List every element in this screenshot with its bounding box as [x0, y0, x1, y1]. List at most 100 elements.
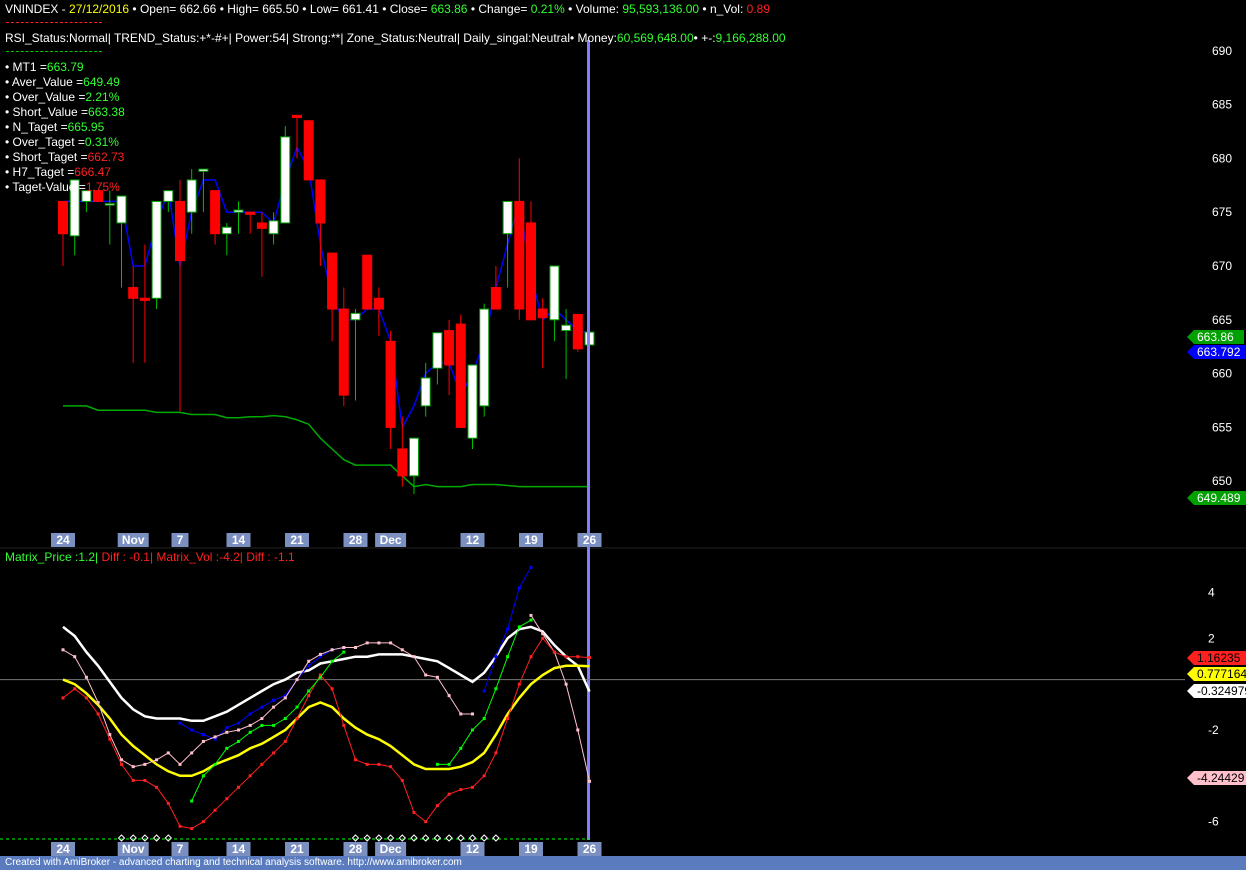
upper-y-tick-label: 685: [1212, 98, 1232, 112]
oscillator-point: [435, 675, 439, 679]
stat-row: • Short_Value =663.38: [5, 105, 125, 120]
oscillator-point: [283, 717, 287, 721]
oscillator-value-badge-text: 0.777164: [1197, 667, 1246, 681]
signal-marker: [492, 834, 500, 842]
chart-canvas: 650655660665670675680685690663.86663.792…: [0, 40, 1246, 856]
oscillator-point: [517, 682, 521, 686]
lower-y-tick-label: 4: [1208, 586, 1215, 600]
oscillator-point: [260, 762, 264, 766]
stat-value: 0.31%: [84, 135, 119, 149]
oscillator-point: [73, 655, 77, 659]
oscillator-value-badge: -0.324979: [1187, 684, 1246, 698]
oscillator-point: [295, 705, 299, 709]
oscillator-point: [471, 728, 474, 732]
stat-row: • Aver_Value =649.49: [5, 75, 125, 90]
oscillator-point: [517, 586, 521, 590]
oscillator-point: [248, 723, 252, 727]
stat-label: • N_Taget =: [5, 120, 68, 134]
oscillator-point: [354, 646, 357, 649]
line2-label-6: • Money:: [570, 31, 617, 45]
oscillator-point: [517, 625, 521, 629]
stat-row: • N_Taget =665.95: [5, 120, 125, 135]
oscillator-point: [342, 723, 346, 727]
oscillator-point: [307, 694, 311, 698]
oscillator-point: [459, 746, 463, 750]
oscillator-point: [412, 811, 416, 814]
lower-header-part-1: Diff : -0.1|: [98, 550, 154, 564]
signal-marker: [152, 834, 161, 842]
oscillator-point: [552, 650, 556, 654]
oscillator-point: [272, 698, 276, 702]
lower-y-tick-label: -2: [1208, 723, 1219, 737]
candle-up: [350, 312, 361, 321]
upper-y-tick-label: 660: [1212, 367, 1232, 381]
signal-marker: [398, 834, 407, 842]
candle-up: [233, 209, 244, 213]
candle-up: [561, 324, 572, 332]
line1-value-3: 665.50: [262, 2, 299, 16]
oscillator-point: [482, 717, 486, 721]
oscillator-point: [424, 820, 428, 824]
oscillator-point: [120, 758, 123, 762]
lower-date-tick-label: Nov: [122, 842, 145, 856]
oscillator-point: [307, 659, 311, 663]
candle-up: [502, 200, 513, 235]
signal-marker: [363, 834, 371, 842]
oscillator-line-3: [62, 615, 590, 782]
oscillator-point: [213, 735, 217, 739]
oscillator-value-badge-text: 1.16235: [1197, 651, 1241, 665]
oscillator-point: [576, 728, 580, 732]
candle-down: [338, 308, 349, 396]
oscillator-point: [84, 696, 88, 700]
average-value-badge-text: 649.489: [1197, 491, 1241, 505]
line2-label-3: | Strong:: [285, 31, 331, 45]
line2-value-3: **: [330, 31, 341, 45]
upper-y-tick-label: 665: [1212, 313, 1232, 327]
signal-marker: [468, 834, 477, 842]
candle-down: [362, 254, 373, 310]
oscillator-point: [576, 655, 580, 659]
candle-up: [409, 437, 419, 477]
oscillator-point: [201, 733, 205, 737]
stat-row: • Over_Value =2.21%: [5, 90, 125, 105]
signal-marker: [421, 834, 430, 842]
oscillator-point: [295, 717, 299, 721]
oscillator-point: [155, 758, 159, 762]
oscillator-point: [318, 652, 322, 656]
ma-value-badge: 663.792: [1187, 345, 1246, 359]
oscillator-point: [330, 687, 334, 691]
stat-row: • Short_Taget =662.73: [5, 150, 125, 165]
line1-label-7: • Volume:: [564, 2, 623, 16]
stat-value: 663.79: [46, 60, 84, 74]
oscillator-point: [248, 774, 252, 778]
oscillator-point: [283, 739, 287, 743]
lower-panel-header: Matrix_Price :1.2| Diff : -0.1| Matrix_V…: [5, 550, 295, 565]
line2-value-2: 54: [272, 31, 286, 45]
oscillator-point: [178, 824, 182, 828]
line1-label-6: • Change=: [467, 2, 531, 16]
oscillator-point: [424, 673, 428, 677]
oscillator-line-0: [62, 625, 591, 723]
oscillator-point: [494, 687, 498, 691]
oscillator-point: [237, 728, 240, 732]
candle-down: [455, 323, 466, 428]
line2-label-5: | Daily_singal:: [456, 31, 532, 45]
candle-down: [444, 330, 455, 366]
oscillator-point: [260, 723, 264, 727]
oscillator-point: [166, 751, 170, 755]
header-line-1: VNINDEX - 27/12/2016 • Open= 662.66 • Hi…: [5, 2, 770, 17]
lower-date-tick-label: 14: [232, 842, 246, 856]
signal-marker: [129, 834, 137, 842]
signal-marker: [410, 834, 418, 842]
candle-down: [327, 252, 338, 310]
candle-down: [58, 200, 68, 235]
line2-value-4: Neutral: [418, 31, 457, 45]
candle-down: [526, 222, 536, 321]
line1-label-4: • Low=: [298, 2, 343, 16]
lower-header-part-2: Matrix_Vol :-4.2|: [153, 550, 243, 564]
oscillator-point: [190, 799, 194, 803]
upper-y-tick-label: 680: [1212, 151, 1232, 165]
lower-date-tick-label: 7: [177, 842, 184, 856]
line2-label-1: | TREND_Status:: [107, 31, 200, 45]
oscillator-point: [272, 723, 276, 727]
